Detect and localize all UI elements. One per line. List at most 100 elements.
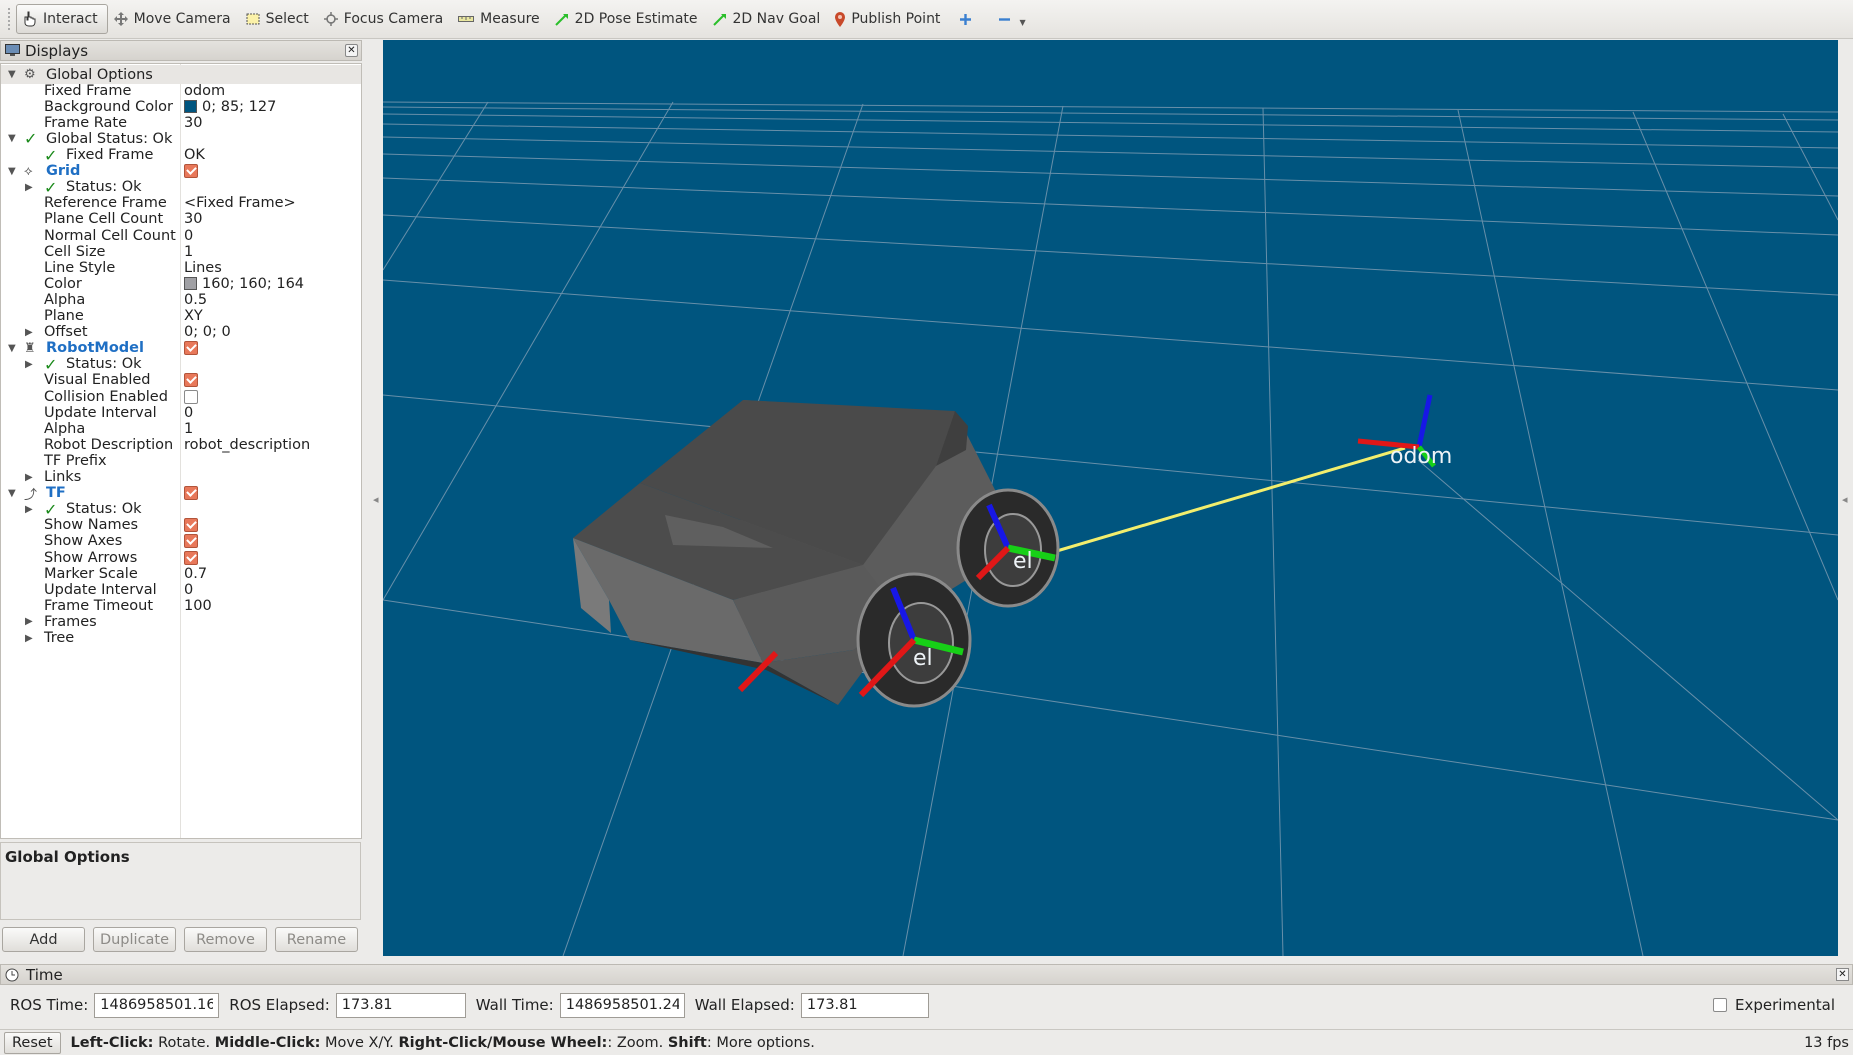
tree-row-value[interactable]: 0.7 — [184, 566, 207, 582]
rear-wheel: el — [956, 488, 1060, 608]
expand-arrow-right-icon[interactable]: ▶ — [25, 504, 33, 515]
tree-row-value[interactable]: 0 — [184, 405, 193, 421]
ros-elapsed-field[interactable] — [335, 992, 466, 1018]
duplicate-button[interactable]: Duplicate — [93, 927, 176, 952]
close-icon[interactable]: ✕ — [345, 44, 358, 57]
nav-goal-tool-button[interactable]: 2D Nav Goal — [707, 4, 830, 34]
tree-row-value[interactable]: <Fixed Frame> — [184, 195, 296, 211]
interact-tool-button[interactable]: Interact — [16, 4, 108, 34]
close-icon[interactable]: ✕ — [1836, 968, 1849, 981]
front-wheel-frame-label: el — [913, 646, 933, 671]
expand-arrow-right-icon[interactable]: ▶ — [25, 182, 33, 193]
tree-row-value-text: XY — [184, 308, 203, 324]
rename-button[interactable]: Rename — [275, 927, 358, 952]
checkbox-checked[interactable] — [184, 341, 198, 356]
wall-time-field[interactable] — [559, 992, 685, 1018]
tree-row-value[interactable]: XY — [184, 308, 203, 324]
tree-row-value-text: 30 — [184, 114, 203, 131]
rear-wheel-frame-label: el — [1013, 549, 1033, 574]
publish-point-tool-button[interactable]: Publish Point — [829, 4, 949, 34]
expand-arrow-down-icon[interactable]: ▼ — [8, 133, 16, 144]
tree-row-value[interactable]: odom — [184, 83, 225, 99]
tree-row-value[interactable]: 1 — [184, 244, 193, 260]
tree-row-value[interactable]: 160; 160; 164 — [184, 276, 304, 292]
tree-row-label: Plane Cell Count — [44, 211, 164, 228]
tree-row-value[interactable]: 0; 0; 0 — [184, 324, 231, 340]
expand-arrow-down-icon[interactable]: ▼ — [8, 166, 16, 177]
remove-tool-button[interactable]: ▼ — [988, 4, 1035, 34]
remove-button[interactable]: Remove — [184, 927, 267, 952]
tree-row-value[interactable]: 1 — [184, 421, 193, 437]
expand-arrow-right-icon[interactable]: ▶ — [25, 616, 33, 627]
tree-row-label: Offset — [44, 324, 88, 341]
add-tool-button[interactable] — [949, 4, 988, 34]
measure-tool-button[interactable]: Measure — [452, 4, 549, 34]
tree-row-label: Frame Timeout — [44, 597, 154, 614]
wall-elapsed-field[interactable] — [800, 992, 929, 1018]
checkbox-checked[interactable] — [184, 550, 198, 565]
ros-time-field[interactable] — [94, 992, 220, 1018]
tree-row-value-text: 1 — [184, 420, 194, 437]
pose-estimate-tool-button[interactable]: 2D Pose Estimate — [549, 4, 707, 34]
tree-row-value[interactable] — [184, 534, 198, 549]
tree-row-value[interactable] — [184, 518, 198, 533]
time-fields-row: ROS Time: ROS Elapsed: Wall Time: Wall E… — [0, 991, 1853, 1019]
tree-row-label: Links — [44, 469, 82, 485]
focus-camera-icon — [323, 12, 338, 26]
render-viewport[interactable]: odom el el — [383, 40, 1838, 956]
tree-row-value[interactable] — [184, 389, 198, 404]
checkbox-checked[interactable] — [184, 486, 198, 501]
tree-row-value[interactable]: 30 — [184, 211, 202, 227]
experimental-toggle[interactable]: Experimental — [1712, 996, 1835, 1014]
checkbox-unchecked[interactable] — [184, 389, 198, 404]
hint-key: Right-Click/Mouse Wheel: — [398, 1034, 608, 1051]
checkbox-checked[interactable] — [184, 534, 198, 549]
reset-button[interactable]: Reset — [4, 1031, 61, 1054]
splitter-handle[interactable]: ◂ — [373, 493, 379, 506]
tree-row-label: Robot Description — [44, 436, 174, 453]
expand-arrow-right-icon[interactable]: ▶ — [25, 472, 33, 483]
tree-row-value-text: robot_description — [184, 436, 311, 453]
expand-arrow-right-icon[interactable]: ▶ — [25, 327, 33, 338]
tree-row-value[interactable]: 0 — [184, 582, 193, 598]
checkbox-checked[interactable] — [184, 164, 198, 179]
tree-row-value[interactable]: 30 — [184, 115, 202, 131]
expand-arrow-right-icon[interactable]: ▶ — [25, 359, 33, 370]
tree-row-label: Alpha — [44, 420, 86, 437]
tree-row-value[interactable]: Lines — [184, 260, 222, 276]
tree-row-value[interactable]: 0.5 — [184, 292, 207, 308]
measure-tool-label: Measure — [480, 11, 540, 27]
select-tool-button[interactable]: Select — [240, 4, 318, 34]
tree-row-label: Cell Size — [44, 243, 106, 260]
expand-arrow-down-icon[interactable]: ▼ — [8, 488, 16, 499]
tree-row-value[interactable]: 100 — [184, 598, 212, 614]
tree-row-value[interactable] — [184, 550, 198, 565]
tree-row-value[interactable] — [184, 486, 198, 501]
expand-arrow-right-icon[interactable]: ▶ — [25, 633, 33, 644]
tree-row-label: Show Names — [44, 517, 139, 534]
focus-camera-tool-button[interactable]: Focus Camera — [318, 4, 452, 34]
checkbox-checked[interactable] — [184, 373, 198, 388]
move-camera-tool-button[interactable]: Move Camera — [108, 4, 240, 34]
checkbox-checked[interactable] — [184, 518, 198, 533]
main-toolbar: Interact Move Camera Select Focus Camera… — [0, 0, 1853, 39]
experimental-checkbox[interactable] — [1712, 998, 1727, 1012]
expand-arrow-down-icon[interactable]: ▼ — [8, 343, 16, 354]
tree-row-value[interactable]: 0 — [184, 228, 193, 244]
tree-row-value[interactable] — [184, 164, 198, 179]
interact-tool-label: Interact — [43, 11, 98, 27]
expand-arrow-down-icon[interactable]: ▼ — [8, 69, 16, 80]
tree-row-value[interactable]: robot_description — [184, 437, 310, 453]
tree-row-label: RobotModel — [46, 340, 144, 357]
tree-row-value-text: 160; 160; 164 — [202, 275, 305, 292]
right-splitter-handle[interactable]: ◂ — [1842, 493, 1848, 506]
tree-row-value[interactable]: OK — [184, 147, 205, 163]
hint-text: : Zoom. — [607, 1034, 668, 1051]
tree-row-value[interactable] — [184, 373, 198, 388]
tree-row-value[interactable] — [184, 341, 198, 356]
displays-tree[interactable]: ▼ ⚙ Global Options Fixed Frame odom Backgroun… — [0, 63, 362, 839]
tree-row-value[interactable]: 0; 85; 127 — [184, 99, 276, 115]
add-button[interactable]: Add — [2, 927, 85, 952]
toolbar-grip[interactable] — [8, 8, 12, 30]
tree-row-tree[interactable]: ▶ Tree — [1, 629, 361, 648]
